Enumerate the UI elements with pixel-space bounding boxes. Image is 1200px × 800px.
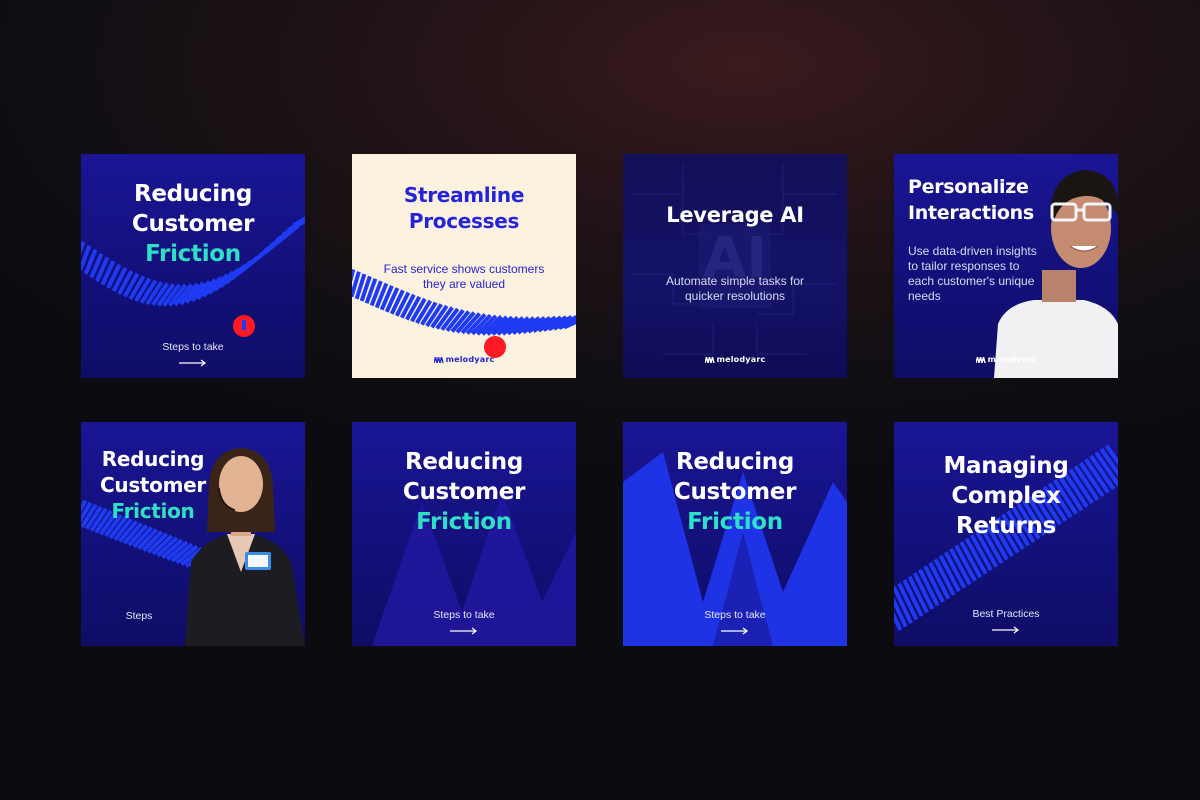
card-reducing-friction-1[interactable]: Reducing Customer Friction Steps to take <box>81 154 305 378</box>
card-subtitle: Fast service shows customers they are va… <box>383 262 545 291</box>
brand-logo: melodyarc <box>623 355 847 364</box>
card-subtitle: Use data-driven insights to tailor respo… <box>908 244 1037 303</box>
brand-logo: melodyarc <box>894 355 1118 364</box>
card-leverage-ai[interactable]: AI Leverage AI Automate simple tasks for… <box>623 154 847 378</box>
arrow-right-icon[interactable] <box>992 625 1022 635</box>
card-title: Reducing Customer Friction <box>131 181 255 267</box>
card-reducing-friction-3[interactable]: Reducing Customer Friction Steps to take <box>352 422 576 646</box>
card-reducing-friction-2[interactable]: Reducing Customer Friction Steps <box>81 422 305 646</box>
cta-label[interactable]: Steps <box>81 610 305 622</box>
melodyarc-logo-icon <box>975 356 986 363</box>
card-title: Reducing Customer Friction <box>673 449 797 535</box>
cta-label[interactable]: Steps to take <box>623 609 847 621</box>
cta-label[interactable]: Steps to take <box>81 341 305 353</box>
card-title: Streamline Processes <box>403 183 525 233</box>
arrow-right-icon[interactable] <box>721 626 751 636</box>
cta-label[interactable]: Best Practices <box>894 608 1118 620</box>
melodyarc-logo-icon <box>704 356 715 363</box>
card-streamline-processes[interactable]: Streamline Processes Fast service shows … <box>352 154 576 378</box>
cta-label[interactable]: Steps to take <box>352 609 576 621</box>
arrow-right-icon[interactable] <box>179 358 209 368</box>
arrow-right-icon[interactable] <box>450 626 480 636</box>
card-title: Leverage AI <box>666 203 804 227</box>
card-managing-complex-returns[interactable]: Managing Complex Returns Best Practices <box>894 422 1118 646</box>
card-title: Reducing Customer Friction <box>402 449 526 535</box>
card-title: Managing Complex Returns <box>943 453 1069 539</box>
card-subtitle: Automate simple tasks for quicker resolu… <box>665 274 805 303</box>
card-reducing-friction-4[interactable]: Reducing Customer Friction Steps to take <box>623 422 847 646</box>
card-title: Reducing Customer Friction <box>100 447 206 523</box>
melodyarc-logo-icon <box>433 356 444 363</box>
card-title: Personalize Interactions <box>908 176 1034 224</box>
card-personalize-interactions[interactable]: Personalize Interactions Use data-driven… <box>894 154 1118 378</box>
brand-logo: melodyarc <box>352 355 576 364</box>
